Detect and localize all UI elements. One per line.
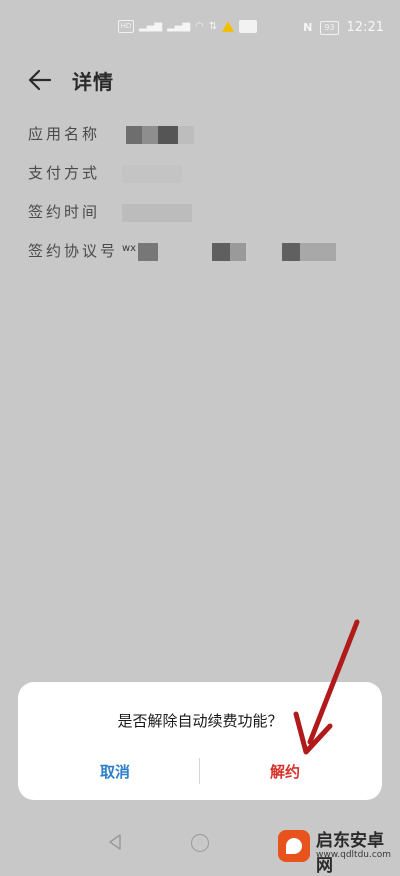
warning-icon	[222, 21, 235, 32]
unbind-button[interactable]: 解约	[250, 760, 320, 784]
detail-row-sign-time: 签约时间	[28, 202, 388, 241]
detail-label: 签约协议号	[28, 242, 119, 260]
detail-label: 应用名称	[28, 125, 101, 143]
signal-icon: ▂▄▆	[139, 20, 163, 32]
redaction-block	[178, 126, 194, 144]
wifi-icon: ◠	[195, 20, 204, 32]
detail-label: 签约时间	[28, 203, 101, 221]
redaction-block	[126, 126, 142, 144]
redaction-block	[142, 126, 158, 144]
redaction-block	[212, 243, 230, 261]
header: 详情	[0, 56, 400, 106]
page-title: 详情	[72, 70, 114, 94]
redaction-block	[158, 126, 178, 144]
watermark-url: www.qdltdu.com	[316, 850, 392, 860]
detail-value-redacted	[122, 202, 388, 222]
detail-label: 支付方式	[28, 164, 101, 182]
detail-row-agreement-no: 签约协议号 wx	[28, 241, 388, 280]
watermark: 启东安卓网 www.qdltdu.com	[264, 818, 400, 876]
detail-row-app-name: 应用名称	[28, 124, 388, 163]
status-time: 12:21	[346, 20, 384, 35]
status-bar: HD ▂▄▆ ▂▄▆ ◠ ⇅ N 93 12:21	[0, 0, 400, 56]
upload-icon: ⇅	[208, 20, 218, 32]
redaction-block	[230, 243, 246, 261]
status-right-icons: N 93 12:21	[303, 20, 384, 35]
detail-value-redacted	[122, 124, 388, 144]
detail-row-payment-method: 支付方式	[28, 163, 388, 202]
redaction-block	[122, 165, 182, 183]
app-badge-icon	[239, 20, 258, 33]
back-arrow-icon[interactable]	[26, 66, 54, 94]
signal-icon: ▂▄▆	[167, 20, 191, 32]
battery-icon: 93	[320, 20, 339, 35]
redaction-block	[138, 243, 158, 261]
nfc-icon: N	[303, 21, 313, 34]
nav-home-icon[interactable]	[191, 834, 209, 852]
detail-list: 应用名称 支付方式 签约时间 签约协议号 wx	[28, 124, 388, 280]
redaction-block	[122, 204, 192, 222]
redaction-block	[282, 243, 300, 261]
cancel-button[interactable]: 取消	[80, 760, 150, 784]
detail-value-redacted	[122, 163, 388, 183]
watermark-logo-icon	[278, 830, 310, 862]
dialog-message: 是否解除自动续费功能？	[117, 712, 283, 730]
unbind-dialog: 是否解除自动续费功能？ 取消 解约	[18, 682, 382, 800]
status-left-icons: HD ▂▄▆ ▂▄▆ ◠ ⇅	[118, 20, 258, 33]
nav-back-icon[interactable]	[106, 833, 124, 851]
redaction-block	[300, 243, 336, 261]
agreement-prefix: wx	[122, 243, 137, 254]
dialog-divider	[199, 758, 200, 784]
detail-value-redacted: wx	[122, 241, 388, 261]
hd-icon: HD	[118, 20, 134, 33]
